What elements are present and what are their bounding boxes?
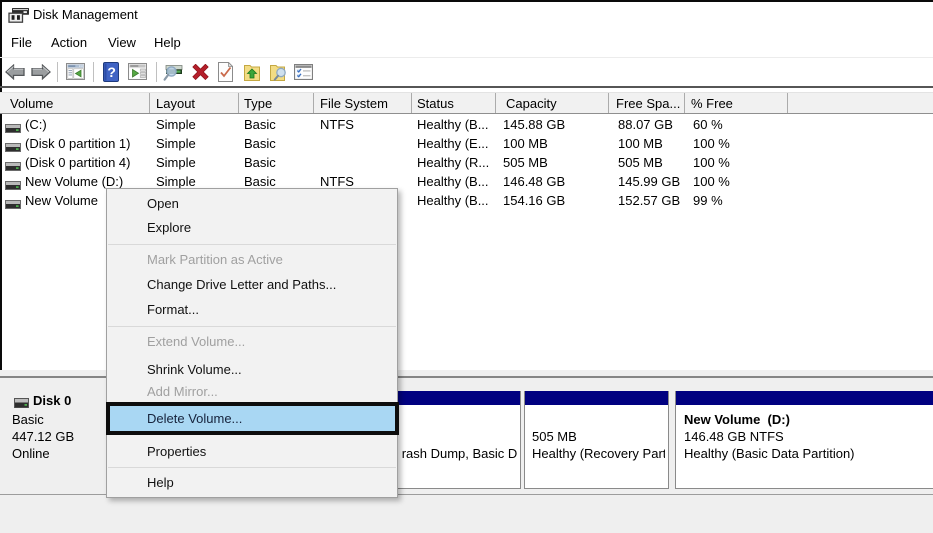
svg-text:?: ? — [107, 64, 116, 80]
